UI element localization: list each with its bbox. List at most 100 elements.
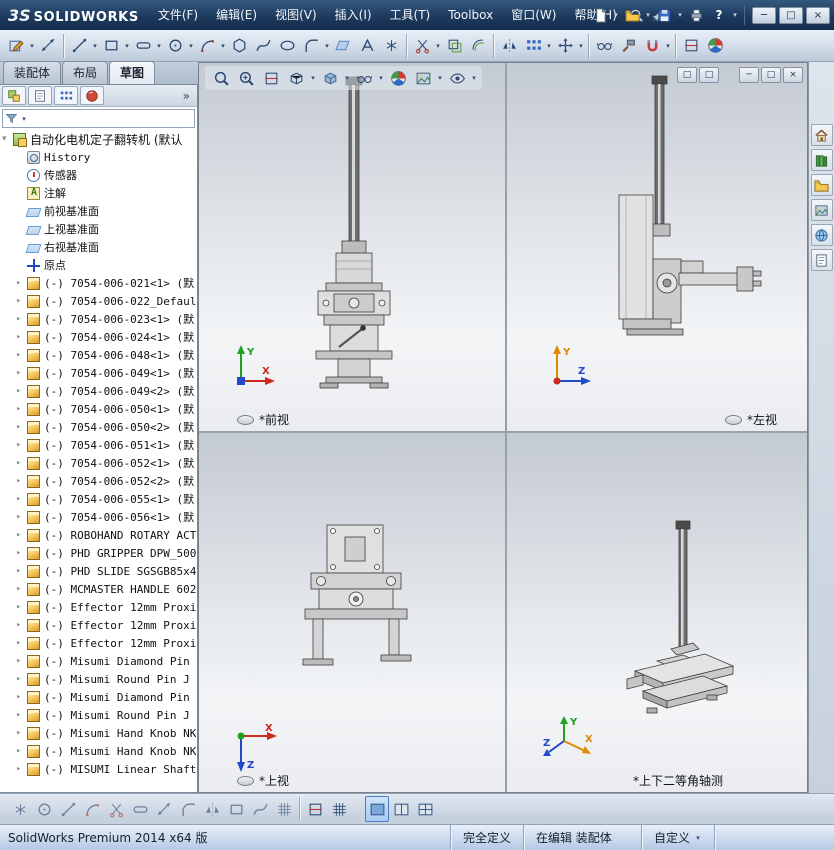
doc-previous-window-icon[interactable]: □: [677, 67, 697, 83]
tree-expand-arrow-icon[interactable]: ▸: [16, 620, 27, 630]
tree-item[interactable]: ▸ (-) 7054-006-052<1> (默: [0, 454, 197, 472]
hide-show-dropdown-icon[interactable]: ▾: [377, 74, 385, 82]
tree-item[interactable]: ▸ 上视基准面: [0, 220, 197, 238]
tree-item[interactable]: ▸ (-) 7054-006-051<1> (默: [0, 436, 197, 454]
tree-item[interactable]: ▸ (-) 7054-006-056<1> (默: [0, 508, 197, 526]
snap-grid-icon[interactable]: [272, 796, 296, 822]
new-dropdown-icon[interactable]: ▾: [612, 11, 620, 19]
slot-dropdown-icon[interactable]: ▾: [155, 42, 163, 50]
viewport-front[interactable]: Y X *前视: [199, 63, 505, 431]
tree-item[interactable]: ▸ (-) Misumi Hand Knob NK: [0, 724, 197, 742]
view-settings-icon[interactable]: [445, 67, 469, 89]
tree-item[interactable]: ▸ 注解: [0, 184, 197, 202]
snaps-dropdown-icon[interactable]: ▾: [664, 42, 672, 50]
plane-icon[interactable]: [331, 33, 355, 59]
section-view-icon[interactable]: [259, 67, 283, 89]
viewport-top[interactable]: X Z *上视: [199, 433, 505, 792]
status-toolbar-preset[interactable]: 自定义 ▾: [640, 825, 714, 850]
restore-button[interactable]: □: [779, 6, 803, 24]
save-icon[interactable]: [653, 4, 675, 26]
single-view-icon[interactable]: [365, 796, 389, 822]
doc-minimize-icon[interactable]: ─: [739, 67, 759, 83]
linear-pattern-icon[interactable]: [521, 33, 545, 59]
offset-entities-icon[interactable]: [466, 33, 490, 59]
appearances-scenes-icon[interactable]: [810, 224, 833, 246]
print-icon[interactable]: [685, 4, 707, 26]
tree-expand-arrow-icon[interactable]: ▸: [16, 314, 27, 324]
tree-expand-arrow-icon[interactable]: ▸: [16, 656, 27, 666]
tree-expand-arrow-icon[interactable]: ▸: [16, 458, 27, 468]
menu-item[interactable]: 编辑(E): [207, 0, 266, 30]
panel-expand-chevron-icon[interactable]: »: [178, 89, 195, 103]
tree-item[interactable]: ▸ (-) Effector 12mm Proxi: [0, 598, 197, 616]
view-orientation-icon[interactable]: [284, 67, 308, 89]
tree-item[interactable]: ▸ (-) MISUMI Linear Shaft: [0, 760, 197, 778]
tree-item[interactable]: ▸ History: [0, 148, 197, 166]
tree-item[interactable]: ▸ 传感器: [0, 166, 197, 184]
tree-expand-arrow-icon[interactable]: ▸: [16, 674, 27, 684]
move-entities-icon[interactable]: [553, 33, 577, 59]
doc-restore-icon[interactable]: □: [761, 67, 781, 83]
tree-expand-arrow-icon[interactable]: ▸: [16, 692, 27, 702]
help-icon[interactable]: ?: [708, 4, 730, 26]
file-explorer-icon[interactable]: [810, 174, 833, 196]
tree-expand-arrow-icon[interactable]: ▸: [16, 710, 27, 720]
sketch-dropdown-icon[interactable]: ▾: [28, 42, 36, 50]
edit-appearance-icon[interactable]: [386, 67, 410, 89]
menu-item[interactable]: 文件(F): [149, 0, 207, 30]
tree-expand-arrow-icon[interactable]: ▸: [16, 566, 27, 576]
scene-dropdown-icon[interactable]: ▾: [436, 74, 444, 82]
tree-expand-arrow-icon[interactable]: ▸: [16, 278, 27, 288]
new-document-icon[interactable]: [589, 4, 611, 26]
tree-item[interactable]: ▸ (-) 7054-006-050<2> (默: [0, 418, 197, 436]
trim-dropdown-icon[interactable]: ▾: [434, 42, 442, 50]
doc-next-window-icon[interactable]: □: [699, 67, 719, 83]
display-style-icon[interactable]: [318, 67, 342, 89]
snap-point-icon[interactable]: [8, 796, 32, 822]
tree-expand-arrow-icon[interactable]: ▸: [16, 404, 27, 414]
slot-icon[interactable]: [131, 33, 155, 59]
menu-item[interactable]: 工具(T): [381, 0, 440, 30]
configuration-manager-tab-icon[interactable]: [54, 86, 78, 105]
tree-item[interactable]: ▸ (-) 7054-006-050<1> (默: [0, 400, 197, 418]
view-settings-dropdown-icon[interactable]: ▾: [470, 74, 478, 82]
snap-parallel-icon[interactable]: [200, 796, 224, 822]
tree-item[interactable]: ▸ (-) 7054-006-024<1> (默: [0, 328, 197, 346]
snap-intersection-icon[interactable]: [104, 796, 128, 822]
arc-icon[interactable]: [195, 33, 219, 59]
graphics-area[interactable]: Y X *前视 Y Z *左视 X Z *上视 Y X Z *上下二等角轴测 ▾…: [198, 62, 808, 793]
tree-item[interactable]: ▸ (-) 7054-006-049<2> (默: [0, 382, 197, 400]
spline-icon[interactable]: [251, 33, 275, 59]
text-icon[interactable]: [355, 33, 379, 59]
tree-item[interactable]: ▸ (-) Misumi Diamond Pin: [0, 652, 197, 670]
tree-item[interactable]: ▸ (-) Misumi Round Pin J: [0, 706, 197, 724]
snap-hv-icon[interactable]: [224, 796, 248, 822]
tree-expand-arrow-icon[interactable]: ▸: [16, 332, 27, 342]
tree-item[interactable]: ▸ (-) MCMASTER HANDLE 602: [0, 580, 197, 598]
filter-dropdown-icon[interactable]: ▾: [20, 115, 28, 123]
feature-tree-root[interactable]: ▾ 自动化电机定子翻转机 (默认: [0, 130, 197, 148]
sketch-fillet-icon[interactable]: [299, 33, 323, 59]
tree-item[interactable]: ▸ (-) 7054-006-048<1> (默: [0, 346, 197, 364]
menu-item[interactable]: 视图(V): [266, 0, 326, 30]
tree-expand-arrow-icon[interactable]: ▸: [16, 350, 27, 360]
command-tab[interactable]: 草图: [109, 61, 156, 84]
tree-item[interactable]: ▸ (-) Misumi Hand Knob NK: [0, 742, 197, 760]
tree-expand-arrow-icon[interactable]: ▸: [16, 728, 27, 738]
tree-expand-arrow-icon[interactable]: ▸: [16, 764, 27, 774]
tree-item[interactable]: ▸ (-) PHD GRIPPER DPW_500: [0, 544, 197, 562]
point-icon[interactable]: [379, 33, 403, 59]
open-document-icon[interactable]: [621, 4, 643, 26]
viewport-left[interactable]: Y Z *左视: [507, 63, 807, 431]
smart-dimension-icon[interactable]: [36, 33, 60, 59]
tree-expand-arrow-icon[interactable]: ▸: [16, 386, 27, 396]
tree-item[interactable]: ▸ (-) Misumi Diamond Pin: [0, 688, 197, 706]
tree-expand-arrow-icon[interactable]: ▾: [2, 134, 13, 144]
tree-expand-arrow-icon[interactable]: ▸: [16, 530, 27, 540]
property-manager-tab-icon[interactable]: [28, 86, 52, 105]
custom-properties-icon[interactable]: [810, 249, 833, 271]
sketch-icon[interactable]: [4, 33, 28, 59]
tree-expand-arrow-icon[interactable]: ▸: [16, 476, 27, 486]
line-icon[interactable]: [67, 33, 91, 59]
convert-entities-icon[interactable]: [442, 33, 466, 59]
